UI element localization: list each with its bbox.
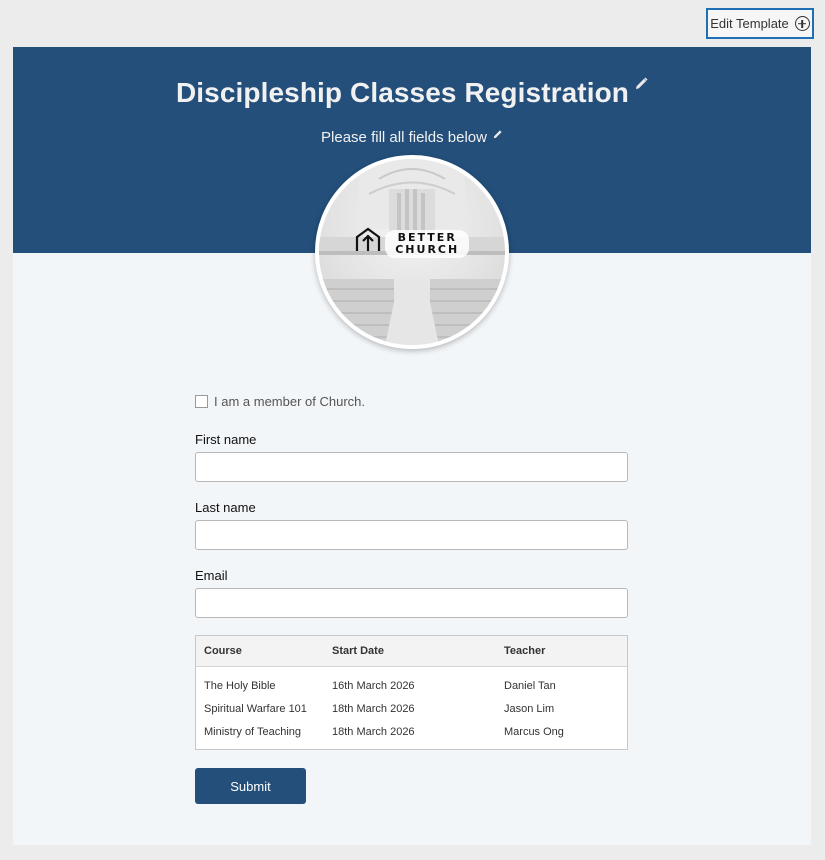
logo-text-block: BETTER CHURCH: [385, 230, 470, 258]
submit-button[interactable]: Submit: [195, 768, 306, 804]
pencil-icon[interactable]: [635, 77, 648, 90]
column-header-start-date: Start Date: [324, 636, 496, 667]
column-header-teacher: Teacher: [496, 636, 627, 667]
last-name-input[interactable]: [195, 520, 628, 550]
table-row: Spiritual Warfare 101 18th March 2026 Ja…: [196, 697, 627, 720]
email-input[interactable]: [195, 588, 628, 618]
logo-line2: CHURCH: [395, 243, 460, 256]
edit-template-button[interactable]: Edit Template: [706, 8, 814, 39]
table-row: The Holy Bible 16th March 2026 Daniel Ta…: [196, 666, 627, 697]
email-field: Email: [195, 568, 628, 618]
table-header-row: Course Start Date Teacher: [196, 636, 627, 667]
form-card: Discipleship Classes Registration Please…: [13, 47, 811, 845]
first-name-label: First name: [195, 432, 257, 447]
logo-mark: BETTER CHURCH: [352, 227, 472, 258]
plus-circle-icon: [794, 16, 810, 31]
member-checkbox[interactable]: [195, 395, 208, 408]
course-table: Course Start Date Teacher The Holy Bible…: [195, 635, 628, 750]
edit-template-label: Edit Template: [710, 16, 789, 31]
course-cell: Spiritual Warfare 101: [204, 702, 307, 715]
start-date-cell: 16th March 2026: [332, 679, 415, 692]
teacher-cell: Jason Lim: [504, 702, 555, 715]
start-date-cell: 18th March 2026: [332, 725, 415, 738]
column-header-course: Course: [196, 636, 324, 667]
start-date-cell: 18th March 2026: [332, 702, 415, 715]
email-label: Email: [195, 568, 228, 583]
member-checkbox-row[interactable]: I am a member of Church.: [195, 394, 365, 409]
subtitle-wrap: Please fill all fields below: [13, 129, 811, 146]
last-name-label: Last name: [195, 500, 256, 515]
first-name-input[interactable]: [195, 452, 628, 482]
church-logo-image: BETTER CHURCH: [315, 155, 509, 349]
page-subtitle[interactable]: Please fill all fields below: [321, 129, 487, 146]
page-title-wrap: Discipleship Classes Registration: [13, 77, 811, 109]
teacher-cell: Daniel Tan: [504, 679, 556, 692]
table-row: Ministry of Teaching 18th March 2026 Mar…: [196, 720, 627, 743]
first-name-field: First name: [195, 432, 628, 482]
church-logo-icon: [355, 227, 380, 251]
pencil-icon[interactable]: [493, 129, 503, 139]
teacher-cell: Marcus Ong: [504, 725, 564, 738]
member-checkbox-label: I am a member of Church.: [214, 394, 365, 409]
course-cell: Ministry of Teaching: [204, 725, 302, 738]
last-name-field: Last name: [195, 500, 628, 550]
course-cell: The Holy Bible: [204, 679, 276, 692]
page-title[interactable]: Discipleship Classes Registration: [176, 77, 629, 108]
